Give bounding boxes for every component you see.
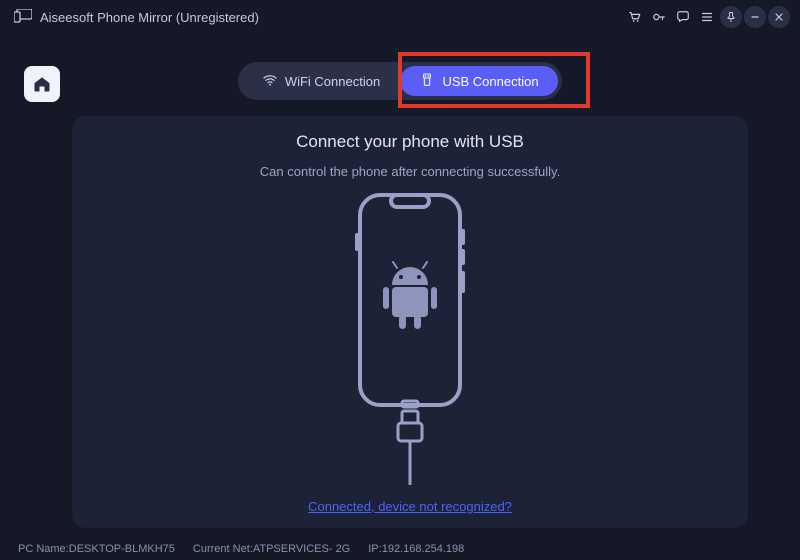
tab-usb-label: USB Connection bbox=[442, 74, 538, 89]
menu-icon[interactable] bbox=[696, 6, 718, 28]
minimize-icon[interactable] bbox=[744, 6, 766, 28]
tab-usb[interactable]: USB Connection bbox=[400, 66, 558, 96]
help-link[interactable]: Connected, device not recognized? bbox=[308, 499, 512, 514]
app-title: Aiseesoft Phone Mirror (Unregistered) bbox=[40, 10, 259, 25]
cart-icon[interactable] bbox=[624, 6, 646, 28]
status-pc: PC Name:DESKTOP-BLMKH75 bbox=[18, 543, 175, 555]
wifi-icon bbox=[262, 72, 278, 91]
chat-icon[interactable] bbox=[672, 6, 694, 28]
status-bar: PC Name:DESKTOP-BLMKH75 Current Net:ATPS… bbox=[0, 538, 800, 560]
phone-illustration bbox=[335, 187, 485, 499]
close-icon[interactable] bbox=[768, 6, 790, 28]
status-ip: IP:192.168.254.198 bbox=[368, 543, 464, 555]
connection-tabs: WiFi Connection USB Connection bbox=[238, 62, 562, 100]
panel-subtext: Can control the phone after connecting s… bbox=[260, 164, 560, 179]
tab-wifi[interactable]: WiFi Connection bbox=[242, 66, 400, 96]
home-icon bbox=[32, 74, 52, 94]
status-net: Current Net:ATPSERVICES- 2G bbox=[193, 543, 350, 555]
pin-icon[interactable] bbox=[720, 6, 742, 28]
connection-panel: Connect your phone with USB Can control … bbox=[72, 116, 748, 528]
panel-heading: Connect your phone with USB bbox=[296, 132, 524, 152]
app-logo-icon bbox=[14, 9, 32, 26]
home-button[interactable] bbox=[24, 66, 60, 102]
tab-wifi-label: WiFi Connection bbox=[285, 74, 380, 89]
usb-icon bbox=[419, 72, 435, 91]
titlebar: Aiseesoft Phone Mirror (Unregistered) bbox=[0, 0, 800, 34]
key-icon[interactable] bbox=[648, 6, 670, 28]
